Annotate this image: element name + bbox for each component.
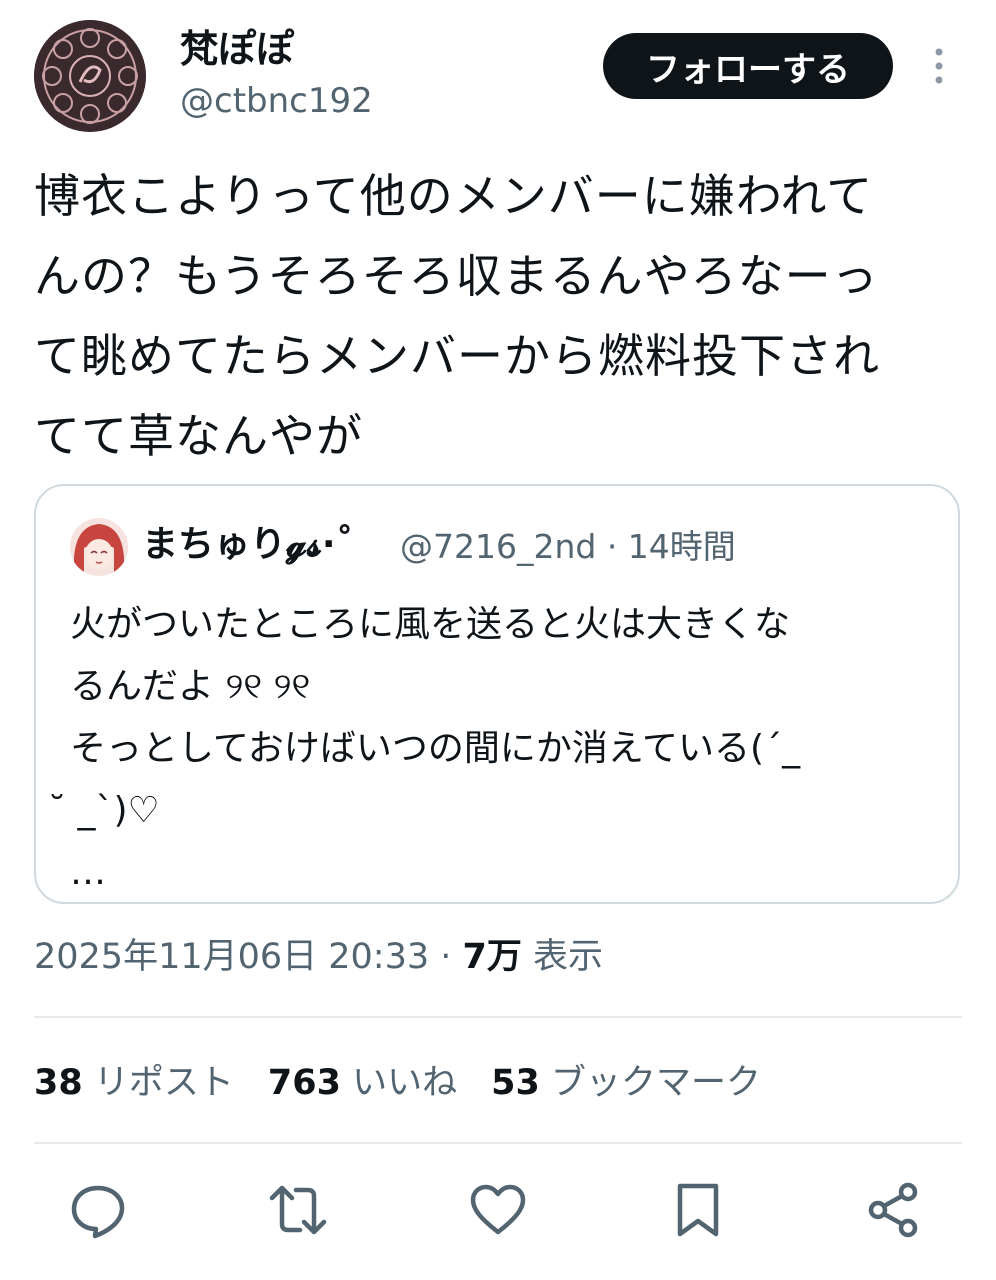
retweet-icon[interactable]: [268, 1180, 328, 1240]
bookmarks-stat[interactable]: 53 ブックマーク: [491, 1063, 761, 1103]
divider: [34, 1142, 962, 1144]
divider: [34, 1016, 962, 1018]
engagement-stats: 38 リポスト 763 いいね 53 ブックマーク: [34, 1058, 761, 1108]
bookmark-icon[interactable]: [668, 1180, 728, 1240]
quoted-line: …: [70, 852, 106, 893]
reposts-stat[interactable]: 38 リポスト: [34, 1063, 234, 1103]
tweet-line: んの？もうそろそろ収まるんやろなーっ: [34, 249, 879, 303]
reply-icon[interactable]: [68, 1180, 128, 1240]
reposts-label: リポスト: [93, 1063, 234, 1103]
tweet-timestamp[interactable]: 2025年11月06日 20:33 · 7万 表示: [34, 930, 603, 984]
likes-stat[interactable]: 763 いいね: [268, 1063, 457, 1103]
author-handle[interactable]: @ctbnc192: [180, 80, 373, 122]
avatar-emblem: [34, 20, 146, 132]
quoted-line: 火がついたところに風を送ると火は大きくな: [70, 604, 791, 645]
quoted-author-name[interactable]: まちゅり𝓰𝓼·˚: [142, 520, 354, 570]
reposts-count: 38: [34, 1063, 83, 1103]
tweet-text: 博衣こよりって他のメンバーに嫌われて んの？もうそろそろ収まるんやろなーっ て眺…: [34, 156, 964, 476]
share-icon[interactable]: [864, 1180, 924, 1240]
bookmarks-label: ブックマーク: [550, 1063, 761, 1103]
author-display-name[interactable]: 梵ぽぽ: [180, 26, 294, 72]
quoted-line: そっとしておけばいつの間にか消えている(ˊ_: [70, 728, 801, 769]
bookmarks-count: 53: [491, 1063, 540, 1103]
quoted-tweet-text: 火がついたところに風を送ると火は大きくな るんだよ ୨୧ ୨୧ そっとしておけば…: [48, 594, 950, 904]
quoted-line: ˘ _ˋ)♡: [48, 790, 160, 831]
timestamp-text: 2025年11月06日 20:33 ·: [34, 937, 463, 977]
follow-button[interactable]: フォローする: [603, 33, 893, 99]
quoted-line: るんだよ ୨୧ ୨୧: [70, 666, 311, 707]
quoted-author-avatar[interactable]: [70, 518, 128, 576]
likes-count: 763: [267, 1063, 341, 1103]
author-avatar[interactable]: [34, 20, 146, 132]
views-label: 表示: [521, 937, 604, 977]
tweet-line: てて草なんやが: [34, 409, 363, 463]
quoted-tweet-card[interactable]: まちゅり𝓰𝓼·˚ @7216_2nd · 14時間 火がついたところに風を送ると…: [34, 484, 960, 904]
views-count: 7万: [462, 937, 522, 977]
likes-label: いいね: [352, 1063, 458, 1103]
tweet-line: て眺めてたらメンバーから燃料投下され: [34, 329, 880, 383]
like-icon[interactable]: [468, 1180, 528, 1240]
quoted-author-meta: @7216_2nd · 14時間: [400, 527, 736, 566]
more-icon[interactable]: [924, 46, 954, 86]
tweet-line: 博衣こよりって他のメンバーに嫌われて: [34, 169, 874, 223]
